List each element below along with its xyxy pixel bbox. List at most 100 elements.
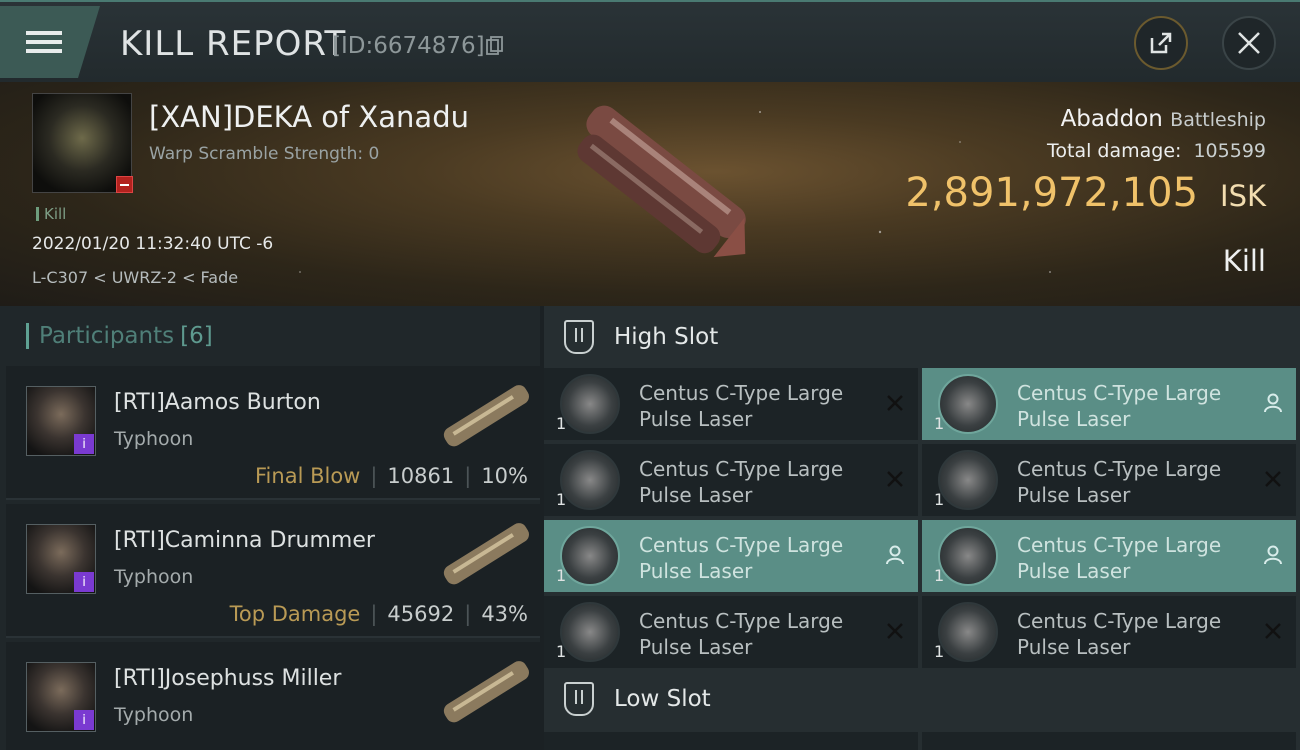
kill-tag: Kill <box>36 205 66 223</box>
participant-row[interactable]: i [RTI]Caminna Drummer Typhoon Top Damag… <box>6 504 540 638</box>
participant-percent: 43% <box>481 602 528 626</box>
destroyed-x-icon <box>1265 471 1281 487</box>
laser-module-icon <box>938 526 998 586</box>
module-name-line2: Pulse Laser <box>1017 407 1131 431</box>
participants-label: Participants <box>39 323 175 349</box>
kill-result: Kill <box>1222 244 1266 278</box>
module-tile[interactable]: 1 Centus C-Type Large Pulse Laser <box>544 368 918 440</box>
share-button[interactable] <box>1134 16 1188 70</box>
module-name-line2: Pulse Laser <box>639 559 753 583</box>
menu-button[interactable] <box>0 6 100 78</box>
module-name: Centus C-Type Large Pulse Laser <box>639 532 879 584</box>
laser-module-icon <box>938 602 998 662</box>
module-name: Centus C-Type Large Pulse Laser <box>1017 456 1257 508</box>
module-name-line2: Pulse Laser <box>639 635 753 659</box>
module-name-line1: Centus C-Type Large <box>1017 457 1222 481</box>
low-slot-icon <box>564 682 594 716</box>
info-badge-icon[interactable]: i <box>74 572 94 592</box>
close-button[interactable] <box>1222 16 1276 70</box>
ship-class: Battleship <box>1170 109 1266 131</box>
dropped-user-icon <box>886 545 904 565</box>
victim-ship: Abaddon Battleship <box>1061 106 1266 132</box>
module-name: Centus C-Type Large Pulse Laser <box>639 456 879 508</box>
module-name-line2: Pulse Laser <box>639 483 753 507</box>
module-tile[interactable]: 1 Centus C-Type Large Pulse Laser <box>544 596 918 668</box>
total-damage-label: Total damage: <box>1047 140 1182 162</box>
module-quantity: 1 <box>934 566 945 585</box>
participant-damage: 10861 <box>387 464 455 488</box>
laser-module-icon <box>938 450 998 510</box>
participants-panel: Participants [6] i [RTI]Aamos Burton Typ… <box>0 306 540 750</box>
module-name-line1: Centus C-Type Large <box>1017 609 1222 633</box>
participant-row[interactable]: i [RTI]Aamos Burton Typhoon Final Blow |… <box>6 366 540 500</box>
participant-ship-image <box>443 661 529 723</box>
module-tile[interactable]: 1 Centus C-Type Large Pulse Laser <box>922 368 1296 440</box>
victim-name: [XAN]DEKA of Xanadu <box>149 100 469 134</box>
module-partial[interactable] <box>544 732 918 750</box>
hostile-badge-icon <box>116 176 133 193</box>
laser-module-icon <box>560 450 620 510</box>
module-name: Centus C-Type Large Pulse Laser <box>639 608 879 660</box>
module-quantity: 1 <box>556 566 567 585</box>
participant-percent: 10% <box>481 464 528 488</box>
participant-name: [RTI]Josephuss Miller <box>114 666 342 691</box>
copy-icon[interactable] <box>486 36 504 56</box>
module-tile[interactable]: 1 Centus C-Type Large Pulse Laser <box>544 444 918 516</box>
header-bar: KILL REPORT [ID:6674876] <box>0 0 1300 82</box>
participant-ship: Typhoon <box>114 566 194 588</box>
participant-row[interactable]: i [RTI]Josephuss Miller Typhoon <box>6 642 540 750</box>
final-blow-label: Final Blow <box>255 464 361 488</box>
laser-module-icon <box>560 526 620 586</box>
destroyed-x-icon <box>887 623 903 639</box>
module-name: Centus C-Type Large Pulse Laser <box>1017 380 1257 432</box>
destroyed-x-icon <box>887 471 903 487</box>
module-partial[interactable] <box>922 732 1296 750</box>
isk-amount: 2,891,972,105 <box>905 170 1199 216</box>
separator: | <box>464 464 472 488</box>
victim-ship-image <box>577 105 746 258</box>
module-quantity: 1 <box>934 414 945 433</box>
participants-header: Participants [6] <box>0 306 540 366</box>
module-name: Centus C-Type Large Pulse Laser <box>639 380 879 432</box>
ship-name: Abaddon <box>1060 106 1163 132</box>
module-quantity: 1 <box>934 490 945 509</box>
total-damage-value: 105599 <box>1193 140 1266 162</box>
module-quantity: 1 <box>934 642 945 661</box>
hamburger-icon <box>26 26 62 58</box>
participants-count: [6] <box>180 323 213 349</box>
participant-damage: 45692 <box>387 602 455 626</box>
participant-name: [RTI]Caminna Drummer <box>114 528 375 553</box>
participant-ship-image <box>443 523 529 585</box>
module-name-line2: Pulse Laser <box>1017 635 1131 659</box>
destroyed-x-icon <box>887 395 903 411</box>
module-tile[interactable]: 1 Centus C-Type Large Pulse Laser <box>922 444 1296 516</box>
module-name-line2: Pulse Laser <box>1017 559 1131 583</box>
victim-panel: [XAN]DEKA of Xanadu Warp Scramble Streng… <box>0 82 1300 306</box>
participant-stats: Final Blow | 10861 | 10% <box>255 464 528 488</box>
isk-value: 2,891,972,105 ISK <box>905 170 1266 216</box>
module-tile[interactable]: 1 Centus C-Type Large Pulse Laser <box>922 596 1296 668</box>
module-tile[interactable]: 1 Centus C-Type Large Pulse Laser <box>922 520 1296 592</box>
high-slot-icon <box>564 320 594 354</box>
module-quantity: 1 <box>556 642 567 661</box>
dropped-user-icon <box>1264 545 1282 565</box>
module-tile[interactable]: 1 Centus C-Type Large Pulse Laser <box>544 520 918 592</box>
low-slot-label: Low Slot <box>614 686 711 712</box>
info-badge-icon[interactable]: i <box>74 710 94 730</box>
kill-timestamp: 2022/01/20 11:32:40 UTC -6 <box>32 234 274 254</box>
report-id: [ID:6674876] <box>332 33 485 59</box>
info-badge-icon[interactable]: i <box>74 434 94 454</box>
separator: | <box>370 602 378 626</box>
page-title: KILL REPORT <box>120 24 347 64</box>
fitting-panel: High Slot 1 Centus C-Type Large Pulse Lase… <box>544 306 1300 750</box>
module-name-line1: Centus C-Type Large <box>1017 533 1222 557</box>
participant-ship: Typhoon <box>114 704 194 726</box>
share-icon <box>1150 32 1172 54</box>
high-slot-header: High Slot <box>544 306 1300 368</box>
module-name: Centus C-Type Large Pulse Laser <box>1017 608 1257 660</box>
total-damage: Total damage: 105599 <box>1047 140 1266 162</box>
module-name-line1: Centus C-Type Large <box>639 381 844 405</box>
close-icon <box>1238 32 1260 54</box>
destroyed-x-icon <box>1265 623 1281 639</box>
low-slot-header: Low Slot <box>544 668 1300 730</box>
